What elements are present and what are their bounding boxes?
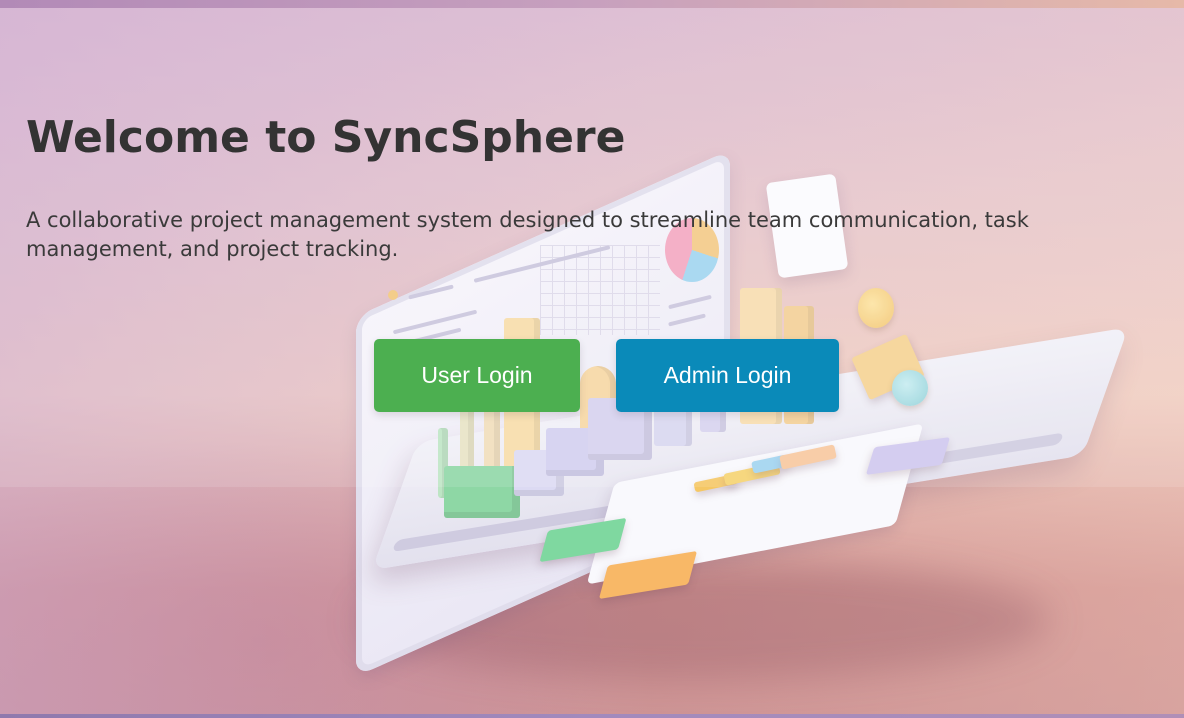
page-title: Welcome to SyncSphere xyxy=(26,112,626,163)
bottom-accent-strip xyxy=(0,714,1184,718)
landing-page: Welcome to SyncSphere A collaborative pr… xyxy=(0,0,1184,718)
page-subtitle: A collaborative project management syste… xyxy=(26,208,1029,261)
admin-login-button[interactable]: Admin Login xyxy=(616,339,839,412)
user-login-button[interactable]: User Login xyxy=(374,339,580,412)
